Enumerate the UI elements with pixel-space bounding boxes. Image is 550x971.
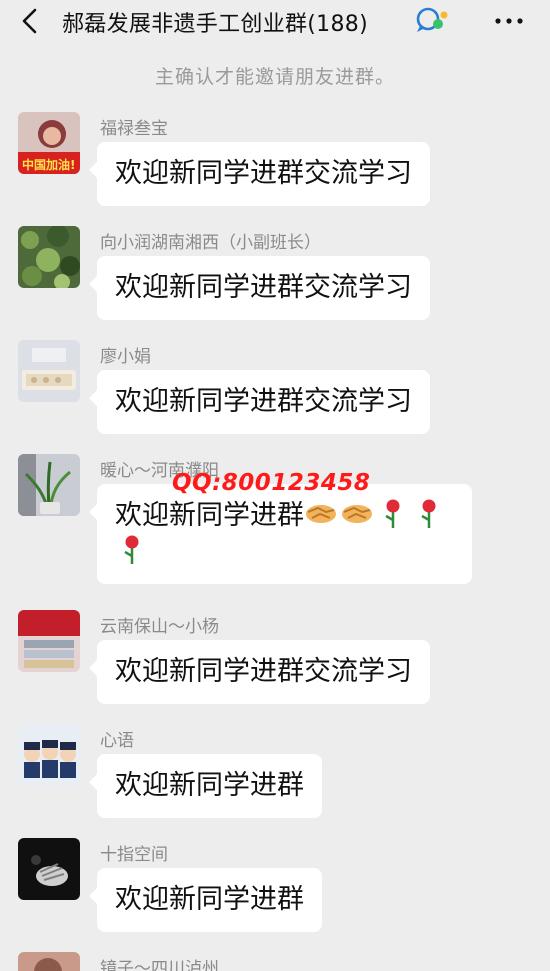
avatar[interactable] [18, 610, 80, 672]
message-bubble[interactable]: 欢迎新同学进群 [89, 484, 472, 584]
message-bubble[interactable]: 欢迎新同学进群交流学习 [89, 370, 430, 434]
message-bubble[interactable]: 欢迎新同学进群交流学习 [89, 640, 430, 704]
rose-emoji [385, 499, 400, 528]
sender-name: 心语 [100, 731, 134, 751]
sender-name: 廖小娟 [100, 347, 151, 367]
chat-title: 郝磊发展非遗手工创业群(188) [62, 12, 368, 37]
rose-emoji [421, 499, 436, 528]
chevron-left-icon[interactable] [16, 6, 46, 36]
avatar[interactable]: 中国加油! [18, 112, 80, 174]
sender-name: 镜子～四川泸州 [100, 959, 219, 971]
rose-emoji [124, 535, 139, 564]
message-bubble[interactable]: 欢迎新同学进群 [89, 868, 322, 932]
avatar[interactable] [18, 838, 80, 900]
sender-name: 福禄叁宝 [100, 119, 168, 139]
message-text: 欢迎新同学进群 [115, 884, 304, 915]
message-bubble[interactable]: 欢迎新同学进群 [89, 754, 322, 818]
message-text: 欢迎新同学进群交流学习 [115, 158, 412, 189]
message-text: 欢迎新同学进群交流学习 [115, 386, 412, 417]
system-notice: 主确认才能邀请朋友进群。 [154, 66, 395, 88]
message-bubble[interactable]: 欢迎新同学进群交流学习 [89, 256, 430, 320]
watermark-text: QQ:800123458 [172, 470, 371, 496]
avatar[interactable] [18, 226, 80, 288]
chat-header: 郝磊发展非遗手工创业群(188) [0, 0, 550, 44]
message-bubble[interactable]: 欢迎新同学进群交流学习 [89, 142, 430, 206]
message-text: 欢迎新同学进群 [115, 500, 304, 531]
avatar[interactable] [18, 952, 80, 971]
avatar[interactable] [18, 454, 80, 516]
message-text: 欢迎新同学进群交流学习 [115, 272, 412, 303]
avatar[interactable] [18, 724, 80, 786]
ellipsis-icon[interactable] [492, 8, 526, 34]
avatar-badge-text: 中国加油! [22, 157, 75, 172]
sender-name: 向小润湖南湘西（小副班长） [100, 233, 321, 253]
group-chat-icon[interactable] [414, 6, 448, 34]
handshake-emoji [342, 505, 372, 523]
sender-name: 十指空间 [100, 845, 168, 865]
message-text: 欢迎新同学进群交流学习 [115, 656, 412, 687]
handshake-emoji [306, 505, 336, 523]
avatar[interactable] [18, 340, 80, 402]
message-text: 欢迎新同学进群 [115, 770, 304, 801]
sender-name: 云南保山～小杨 [100, 617, 219, 637]
